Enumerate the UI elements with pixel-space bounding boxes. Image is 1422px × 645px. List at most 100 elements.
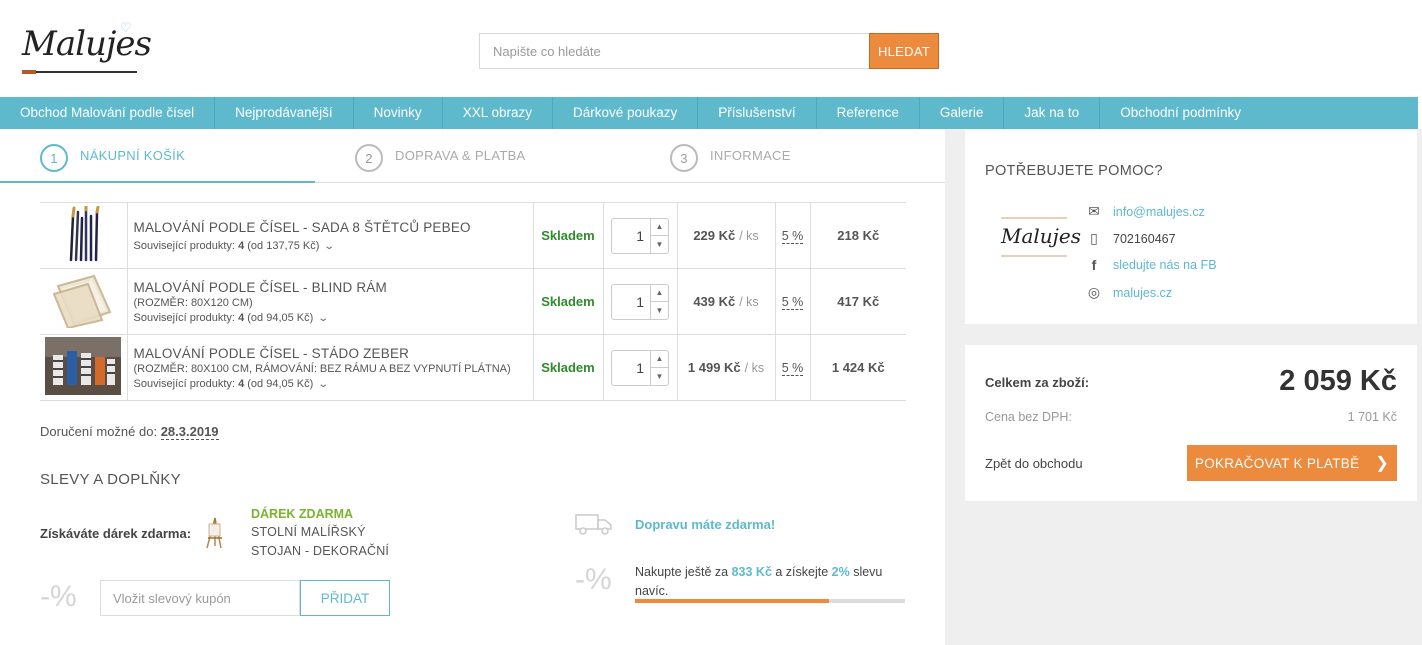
product-info: MALOVÁNÍ PODLE ČÍSEL - SADA 8 ŠTĚTCŮ PEB… <box>127 202 534 269</box>
phone-number: 702160467 <box>1113 231 1176 246</box>
nav-item-vouchers[interactable]: Dárkové poukazy <box>553 97 699 129</box>
facebook-icon: f <box>1091 257 1097 273</box>
step-number: 2 <box>355 144 383 172</box>
nav-item-gallery[interactable]: Galerie <box>920 97 1005 129</box>
apply-coupon-button[interactable]: PŘIDAT <box>300 580 390 616</box>
back-to-shop-link[interactable]: Zpět do obchodu <box>985 456 1083 471</box>
free-shipping-note: Dopravu máte zdarma! <box>635 517 776 532</box>
stock-status: Skladem <box>533 268 604 335</box>
nav-item-xxl[interactable]: XXL obrazy <box>443 97 553 129</box>
related-label: Související produkty: <box>133 377 236 390</box>
related-price: (od 137,75 Kč) <box>247 239 320 252</box>
note-amount: 833 Kč <box>731 565 772 579</box>
nav-item-shop[interactable]: Obchod Malování podle čísel <box>0 97 216 129</box>
coupon-input[interactable] <box>100 580 300 616</box>
contact-facebook[interactable]: f sledujte nás na FB <box>1085 257 1217 273</box>
discount-cell: 5 % <box>775 268 811 335</box>
quantity-stepper[interactable]: 1 ▲ ▼ <box>611 217 669 254</box>
discount-progress-bar <box>635 599 905 603</box>
step-shipping[interactable]: 2 DOPRAVA & PLATBA <box>355 144 526 172</box>
related-products[interactable]: Související produkty: 4 (od 94,05 Kč) ⌄ <box>134 378 533 390</box>
help-logo: Malujes <box>999 210 1081 264</box>
contact-instagram[interactable]: ◎ malujes.cz <box>1085 284 1172 301</box>
active-step-underline <box>0 181 315 183</box>
nav-item-terms[interactable]: Obchodní podmínky <box>1100 97 1261 129</box>
discount-value[interactable]: 5 % <box>781 229 804 244</box>
decrement-icon[interactable]: ▼ <box>651 236 668 253</box>
delivery-date-value[interactable]: 28.3.2019 <box>160 424 219 440</box>
gift-title[interactable]: DÁREK ZDARMA <box>251 507 353 521</box>
canvas-frame-icon <box>52 274 112 330</box>
quantity-stepper[interactable]: 1 ▲ ▼ <box>611 283 669 320</box>
cart-row: MALOVÁNÍ PODLE ČÍSEL - SADA 8 ŠTĚTCŮ PEB… <box>40 202 906 269</box>
increment-icon[interactable]: ▲ <box>651 285 668 302</box>
line-total: 1 424 Kč <box>810 334 906 401</box>
step-number: 3 <box>670 144 698 172</box>
note-part: a získejte <box>771 565 832 579</box>
increment-icon[interactable]: ▲ <box>651 219 668 236</box>
email-link[interactable]: info@malujes.cz <box>1113 205 1205 219</box>
related-label: Související produkty: <box>133 311 236 324</box>
chevron-down-icon: ⌄ <box>317 312 330 324</box>
instagram-icon: ◎ <box>1087 284 1101 300</box>
site-logo[interactable]: Malujes ♡ <box>20 18 152 80</box>
discount-value[interactable]: 5 % <box>781 295 804 310</box>
cart-row: MALOVÁNÍ PODLE ČÍSEL - STÁDO ZEBER (ROZM… <box>40 334 906 401</box>
discount-value[interactable]: 5 % <box>781 361 804 376</box>
continue-to-payment-button[interactable]: POKRAČOVAT K PLATBĚ ❯ <box>1187 445 1397 481</box>
discounts-title: SLEVY A DOPLŇKY <box>40 471 181 488</box>
product-image[interactable] <box>40 334 128 401</box>
product-image[interactable] <box>40 202 128 269</box>
related-label: Související produkty: <box>133 239 236 252</box>
percent-icon: -% <box>40 580 77 613</box>
discount-cell: 5 % <box>775 334 811 401</box>
price-value: 439 Kč <box>693 294 736 309</box>
step-label: DOPRAVA & PLATBA <box>395 147 526 163</box>
related-count: 4 <box>238 239 245 252</box>
volume-discount-note: Nakupte ještě za 833 Kč a získejte 2% sl… <box>635 563 905 601</box>
quantity-value[interactable]: 1 <box>612 285 650 319</box>
decrement-icon[interactable]: ▼ <box>651 368 668 385</box>
total-value: 2 059 Kč <box>1279 365 1397 397</box>
increment-icon[interactable]: ▲ <box>651 351 668 368</box>
continue-label: POKRAČOVAT K PLATBĚ <box>1194 455 1360 471</box>
zebra-painting-icon <box>45 337 122 395</box>
quantity-value[interactable]: 1 <box>612 219 650 253</box>
step-number: 1 <box>40 144 68 172</box>
note-percent: 2% <box>831 565 850 579</box>
quantity-value[interactable]: 1 <box>612 351 650 385</box>
search-button[interactable]: HLEDAT <box>869 33 939 69</box>
facebook-link[interactable]: sledujte nás na FB <box>1113 258 1217 272</box>
quantity-stepper[interactable]: 1 ▲ ▼ <box>611 349 669 386</box>
brush-icon <box>22 70 137 74</box>
nav-item-howto[interactable]: Jak na to <box>1004 97 1101 129</box>
product-title[interactable]: MALOVÁNÍ PODLE ČÍSEL - STÁDO ZEBER <box>134 346 533 361</box>
step-cart[interactable]: 1 NÁKUPNÍ KOŠÍK <box>40 144 185 172</box>
checkout-steps: 1 NÁKUPNÍ KOŠÍK 2 DOPRAVA & PLATBA 3 INF… <box>0 130 945 183</box>
product-variant: (ROZMĚR: 80X120 CM) <box>133 296 253 309</box>
contact-email[interactable]: ✉ info@malujes.cz <box>1085 203 1205 220</box>
progress-fill <box>635 599 830 603</box>
mail-icon: ✉ <box>1088 203 1100 219</box>
nav-item-accessories[interactable]: Příslušenství <box>698 97 817 129</box>
nav-item-news[interactable]: Novinky <box>354 97 443 129</box>
product-title[interactable]: MALOVÁNÍ PODLE ČÍSEL - BLIND RÁM <box>134 280 533 295</box>
step-info[interactable]: 3 INFORMACE <box>670 144 791 172</box>
related-price: (od 94,05 Kč) <box>247 377 314 390</box>
product-image[interactable] <box>40 268 128 335</box>
step-label: INFORMACE <box>710 147 791 163</box>
chevron-right-icon: ❯ <box>1375 455 1390 472</box>
product-title[interactable]: MALOVÁNÍ PODLE ČÍSEL - SADA 8 ŠTĚTCŮ PEB… <box>134 220 533 235</box>
unit-price: 439 Kč / ks <box>677 268 776 335</box>
instagram-link[interactable]: malujes.cz <box>1113 286 1172 300</box>
search-input[interactable] <box>479 33 869 69</box>
related-products[interactable]: Související produkty: 4 (od 137,75 Kč) ⌄ <box>134 240 533 252</box>
nav-item-bestsellers[interactable]: Nejprodávanější <box>215 97 354 129</box>
help-logo-text: Malujes <box>1001 224 1081 248</box>
decrement-icon[interactable]: ▼ <box>651 302 668 319</box>
quantity-cell: 1 ▲ ▼ <box>603 334 678 401</box>
product-variant: (ROZMĚR: 80X100 CM, RÁMOVÁNÍ: BEZ RÁMU A… <box>133 362 511 375</box>
nav-item-references[interactable]: Reference <box>817 97 920 129</box>
related-products[interactable]: Související produkty: 4 (od 94,05 Kč) ⌄ <box>134 312 533 324</box>
line-total: 417 Kč <box>810 268 906 335</box>
